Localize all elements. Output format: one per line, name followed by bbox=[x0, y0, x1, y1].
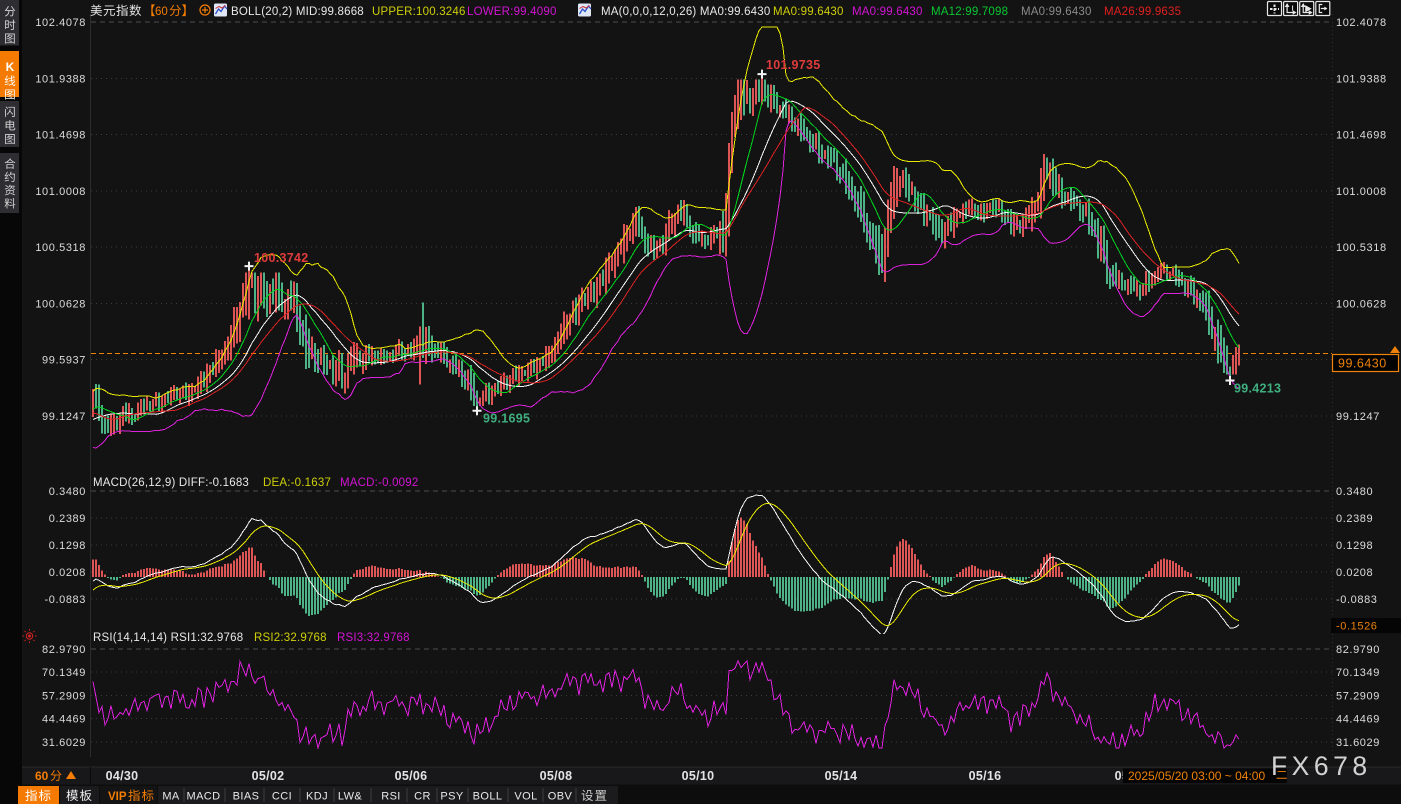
svg-text:MA: MA bbox=[162, 791, 180, 803]
svg-text:MA0:99.6430: MA0:99.6430 bbox=[773, 6, 844, 18]
svg-text:LW&: LW& bbox=[338, 791, 362, 803]
svg-text:LOWER:99.4090: LOWER:99.4090 bbox=[467, 6, 557, 18]
svg-text:101.9388: 101.9388 bbox=[35, 73, 86, 85]
svg-text:100.5318: 100.5318 bbox=[35, 242, 86, 254]
svg-text:MA0:99.6430: MA0:99.6430 bbox=[852, 6, 923, 18]
svg-text:44.4469: 44.4469 bbox=[1336, 714, 1380, 726]
svg-text:31.6029: 31.6029 bbox=[1336, 737, 1380, 749]
svg-text:0.3480: 0.3480 bbox=[1336, 486, 1373, 498]
svg-text:OBV: OBV bbox=[548, 791, 573, 803]
svg-text:BIAS: BIAS bbox=[233, 791, 260, 803]
svg-text:101.9735: 101.9735 bbox=[766, 58, 821, 72]
svg-text:102.4078: 102.4078 bbox=[35, 17, 86, 29]
svg-text:99.6430: 99.6430 bbox=[1338, 357, 1387, 371]
svg-text:99.1247: 99.1247 bbox=[42, 411, 86, 423]
svg-text:-0.0883: -0.0883 bbox=[44, 594, 86, 606]
svg-text:82.9790: 82.9790 bbox=[42, 644, 86, 656]
svg-text:RSI(14,14,14) RSI1:32.9768: RSI(14,14,14) RSI1:32.9768 bbox=[93, 632, 243, 644]
svg-text:DEA:-0.1637: DEA:-0.1637 bbox=[263, 477, 331, 489]
svg-text:CCI: CCI bbox=[272, 791, 292, 803]
svg-text:05/08: 05/08 bbox=[540, 769, 573, 783]
svg-text:05/14: 05/14 bbox=[825, 769, 858, 783]
svg-text:99.5937: 99.5937 bbox=[42, 355, 86, 367]
svg-text:2025/05/20 03:00 ~ 04:00: 2025/05/20 03:00 ~ 04:00 bbox=[1128, 769, 1265, 783]
svg-text:RSI2:32.9768: RSI2:32.9768 bbox=[254, 632, 327, 644]
svg-text:99.1247: 99.1247 bbox=[1336, 411, 1380, 423]
svg-text:60: 60 bbox=[35, 769, 49, 783]
svg-text:PSY: PSY bbox=[440, 791, 463, 803]
svg-text:05/10: 05/10 bbox=[682, 769, 715, 783]
svg-text:KDJ: KDJ bbox=[306, 791, 328, 803]
svg-text:-0.1526: -0.1526 bbox=[1336, 621, 1378, 633]
svg-text:101.0008: 101.0008 bbox=[35, 186, 86, 198]
svg-text:MACD(26,12,9) DIFF:-0.1683: MACD(26,12,9) DIFF:-0.1683 bbox=[93, 477, 249, 489]
svg-text:57.2909: 57.2909 bbox=[1336, 690, 1380, 702]
svg-text:05/06: 05/06 bbox=[395, 769, 428, 783]
svg-text:MA12:99.7098: MA12:99.7098 bbox=[931, 6, 1008, 18]
svg-text:101.4698: 101.4698 bbox=[1336, 130, 1387, 142]
svg-text:K: K bbox=[6, 60, 15, 74]
svg-text:-0.0883: -0.0883 bbox=[1336, 594, 1378, 606]
svg-text:82.9790: 82.9790 bbox=[1336, 644, 1380, 656]
svg-text:99.4213: 99.4213 bbox=[1234, 382, 1281, 396]
svg-text:0.0208: 0.0208 bbox=[49, 567, 86, 579]
svg-text:MACD:-0.0092: MACD:-0.0092 bbox=[340, 477, 418, 489]
svg-text:70.1349: 70.1349 bbox=[42, 667, 86, 679]
svg-text:CR: CR bbox=[414, 791, 431, 803]
svg-text:0.2389: 0.2389 bbox=[1336, 513, 1373, 525]
svg-text:FX678: FX678 bbox=[1271, 751, 1372, 781]
svg-text:UPPER:100.3246: UPPER:100.3246 bbox=[372, 6, 466, 18]
svg-text:BOLL: BOLL bbox=[473, 791, 503, 803]
svg-text:BOLL(20,2) MID:99.8668: BOLL(20,2) MID:99.8668 bbox=[231, 6, 364, 18]
svg-text:60: 60 bbox=[155, 6, 168, 18]
svg-text:MA(0,0,0,12,0,26) MA0:99.6430: MA(0,0,0,12,0,26) MA0:99.6430 bbox=[601, 6, 770, 18]
svg-text:100.5318: 100.5318 bbox=[1336, 242, 1387, 254]
svg-text:0.2389: 0.2389 bbox=[49, 513, 86, 525]
svg-text:VOL: VOL bbox=[514, 791, 537, 803]
svg-text:0.1298: 0.1298 bbox=[1336, 540, 1373, 552]
svg-text:31.6029: 31.6029 bbox=[42, 737, 86, 749]
svg-text:MACD: MACD bbox=[187, 791, 221, 803]
svg-text:101.4698: 101.4698 bbox=[35, 130, 86, 142]
svg-text:99.1695: 99.1695 bbox=[483, 412, 530, 426]
svg-text:100.3742: 100.3742 bbox=[254, 251, 309, 265]
svg-text:44.4469: 44.4469 bbox=[42, 714, 86, 726]
svg-text:0.1298: 0.1298 bbox=[49, 540, 86, 552]
svg-text:MA26:99.9635: MA26:99.9635 bbox=[1104, 6, 1181, 18]
svg-text:RSI: RSI bbox=[381, 791, 401, 803]
svg-text:101.9388: 101.9388 bbox=[1336, 73, 1387, 85]
svg-text:VIP: VIP bbox=[108, 791, 127, 803]
svg-text:05/16: 05/16 bbox=[969, 769, 1002, 783]
svg-text:102.4078: 102.4078 bbox=[1336, 17, 1387, 29]
svg-text:04/30: 04/30 bbox=[106, 769, 139, 783]
svg-text:05/02: 05/02 bbox=[252, 769, 285, 783]
svg-text:70.1349: 70.1349 bbox=[1336, 667, 1380, 679]
svg-text:100.0628: 100.0628 bbox=[35, 299, 86, 311]
svg-text:0.3480: 0.3480 bbox=[49, 486, 86, 498]
svg-text:101.0008: 101.0008 bbox=[1336, 186, 1387, 198]
svg-text:RSI3:32.9768: RSI3:32.9768 bbox=[337, 632, 410, 644]
svg-text:100.0628: 100.0628 bbox=[1336, 299, 1387, 311]
svg-text:MA0:99.6430: MA0:99.6430 bbox=[1021, 6, 1092, 18]
svg-text:0.0208: 0.0208 bbox=[1336, 567, 1373, 579]
svg-text:57.2909: 57.2909 bbox=[42, 690, 86, 702]
